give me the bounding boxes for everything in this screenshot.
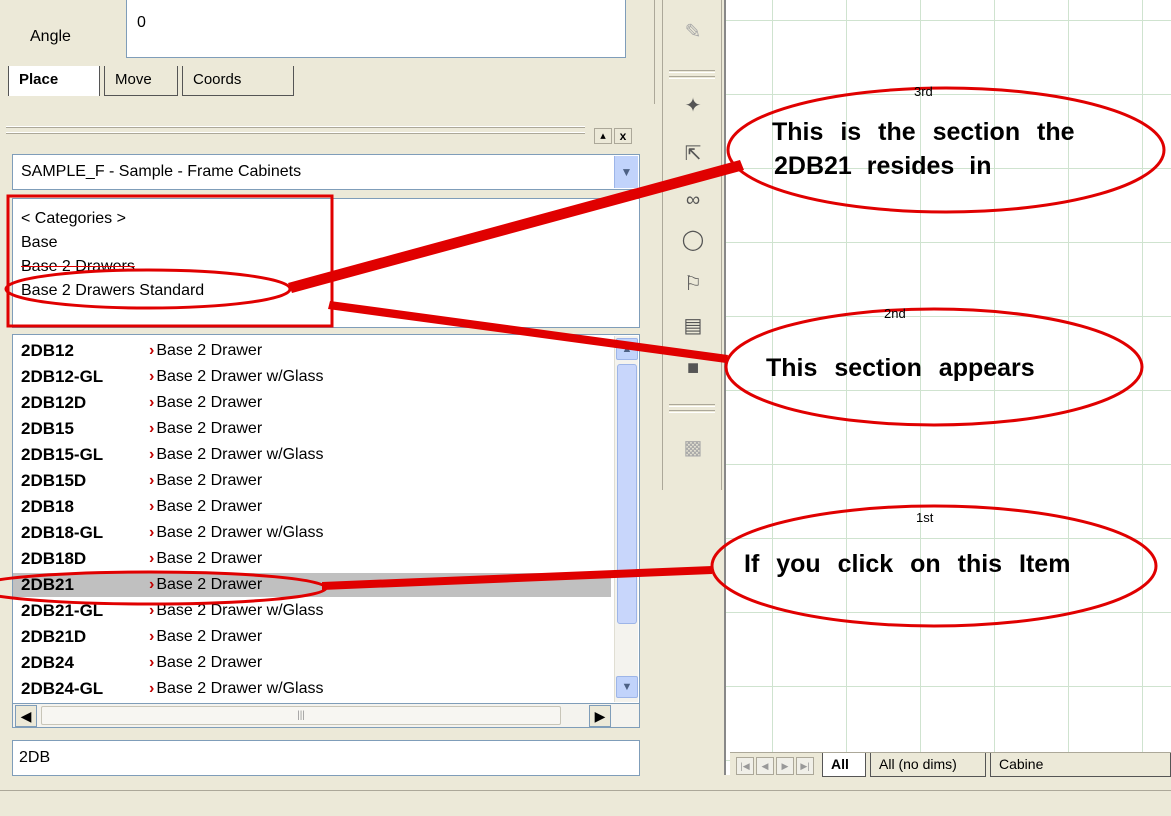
connector-1 <box>322 566 712 590</box>
category-highlight-ellipse <box>4 268 292 310</box>
note-3-line-1: This is the section the <box>772 118 1075 146</box>
item-highlight-ellipse <box>0 570 328 606</box>
note-1-text: If you click on this Item <box>744 550 1071 578</box>
note-3-line-2: 2DB21 resides in <box>774 152 992 180</box>
connector-3 <box>288 160 744 293</box>
connector-2 <box>328 301 728 363</box>
note-3-ellipse <box>726 86 1166 214</box>
note-1-number: 1st <box>916 510 934 525</box>
note-2-text: This section appears <box>766 354 1035 382</box>
note-2-number: 2nd <box>884 306 906 321</box>
note-3-number: 3rd <box>914 84 933 99</box>
